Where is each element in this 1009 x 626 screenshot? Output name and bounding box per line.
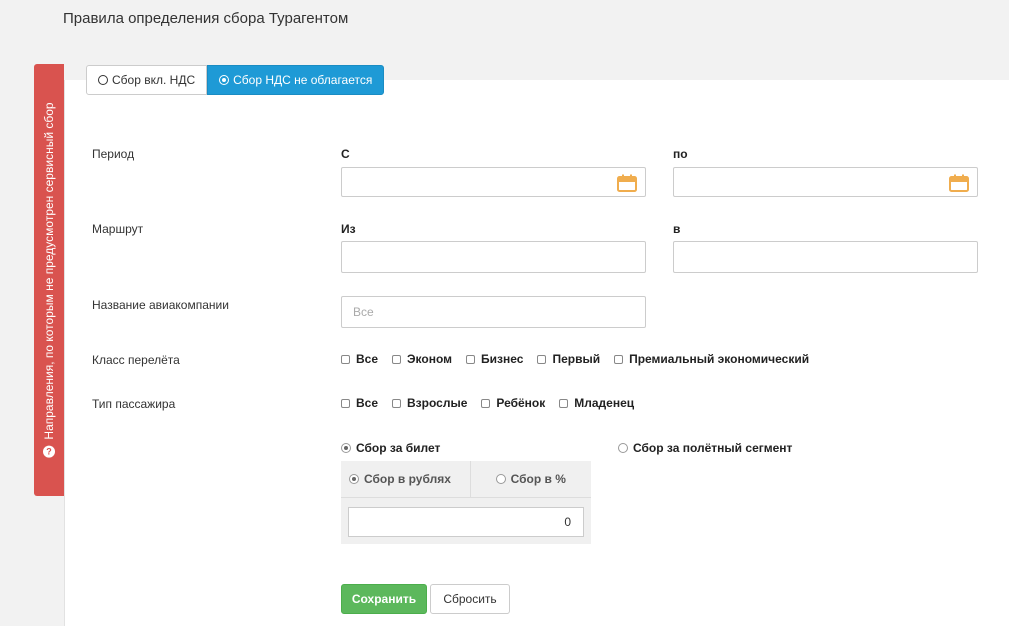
- flight-class-premium-economy[interactable]: Премиальный экономический: [614, 352, 809, 366]
- radio-checked-icon: [349, 474, 359, 484]
- tab-vat-exempt[interactable]: Сбор НДС не облагается: [207, 65, 385, 95]
- radio-checked-icon: [219, 75, 230, 85]
- passenger-child[interactable]: Ребёнок: [481, 396, 545, 410]
- checkbox-icon: [392, 354, 402, 364]
- no-fee-directions-label: Направления, по которым не предусмотрен …: [42, 102, 56, 440]
- fee-unit-rubles[interactable]: Сбор в рублях: [341, 461, 471, 497]
- flight-class-all[interactable]: Все: [341, 352, 378, 366]
- airline-label: Название авиакомпании: [92, 298, 229, 312]
- no-fee-directions-tab[interactable]: ? Направления, по которым не предусмотре…: [34, 64, 64, 496]
- save-button[interactable]: Сохранить: [341, 584, 427, 614]
- tab-vat-included[interactable]: Сбор вкл. НДС: [86, 65, 208, 95]
- checkbox-icon: [466, 354, 476, 364]
- checkbox-icon: [341, 398, 350, 408]
- flight-class-business[interactable]: Бизнес: [466, 352, 523, 366]
- checkbox-icon: [392, 398, 402, 408]
- flight-class-economy[interactable]: Эконом: [392, 352, 452, 366]
- checkbox-icon: [537, 354, 547, 364]
- flight-class-label: Класс перелёта: [92, 353, 180, 367]
- fee-unit-box: Сбор в рублях Сбор в %: [341, 461, 591, 544]
- checkbox-icon: [341, 354, 350, 364]
- page-title: Правила определения сбора Турагентом: [63, 10, 349, 27]
- route-to-label: в: [673, 222, 681, 236]
- airline-input[interactable]: [342, 297, 645, 327]
- fee-unit-percent[interactable]: Сбор в %: [471, 461, 592, 497]
- fee-amount-field: [348, 507, 584, 537]
- passenger-all[interactable]: Все: [341, 396, 378, 410]
- route-to-field: [673, 241, 978, 273]
- checkbox-icon: [614, 354, 624, 364]
- period-from-input[interactable]: [342, 168, 645, 196]
- reset-button[interactable]: Сбросить: [430, 584, 510, 614]
- route-to-input[interactable]: [674, 242, 977, 272]
- period-from-label: С: [341, 147, 350, 161]
- fee-per-ticket-radio[interactable]: Сбор за билет: [341, 441, 440, 455]
- period-label: Период: [92, 147, 135, 161]
- period-to-label: по: [673, 147, 688, 161]
- fee-per-segment-radio[interactable]: Сбор за полётный сегмент: [618, 441, 792, 455]
- radio-empty-icon: [618, 443, 628, 453]
- route-from-label: Из: [341, 222, 356, 236]
- route-from-input[interactable]: [342, 242, 645, 272]
- help-icon: ?: [43, 445, 55, 458]
- fee-amount-input[interactable]: [349, 508, 583, 536]
- radio-empty-icon: [98, 75, 108, 85]
- calendar-icon[interactable]: [617, 174, 637, 192]
- passenger-infant[interactable]: Младенец: [559, 396, 634, 410]
- passenger-type-label: Тип пассажира: [92, 397, 176, 411]
- period-from-field: [341, 167, 646, 197]
- flight-class-first[interactable]: Первый: [537, 352, 600, 366]
- airline-field: [341, 296, 646, 328]
- fee-unit-tabs: Сбор в рублях Сбор в %: [341, 461, 591, 498]
- radio-checked-icon: [341, 443, 351, 453]
- period-to-field: [673, 167, 978, 197]
- passenger-type-options: Все Взрослые Ребёнок Младенец: [341, 396, 648, 410]
- checkbox-icon: [559, 398, 569, 408]
- calendar-icon[interactable]: [949, 174, 969, 192]
- checkbox-icon: [481, 398, 491, 408]
- vat-tabs: Сбор вкл. НДС Сбор НДС не облагается: [86, 65, 385, 96]
- route-label: Маршрут: [92, 222, 144, 236]
- route-from-field: [341, 241, 646, 273]
- period-to-input[interactable]: [674, 168, 977, 196]
- passenger-adults[interactable]: Взрослые: [392, 396, 467, 410]
- flight-class-options: Все Эконом Бизнес Первый Премиальный эко…: [341, 352, 823, 366]
- radio-empty-icon: [495, 474, 506, 484]
